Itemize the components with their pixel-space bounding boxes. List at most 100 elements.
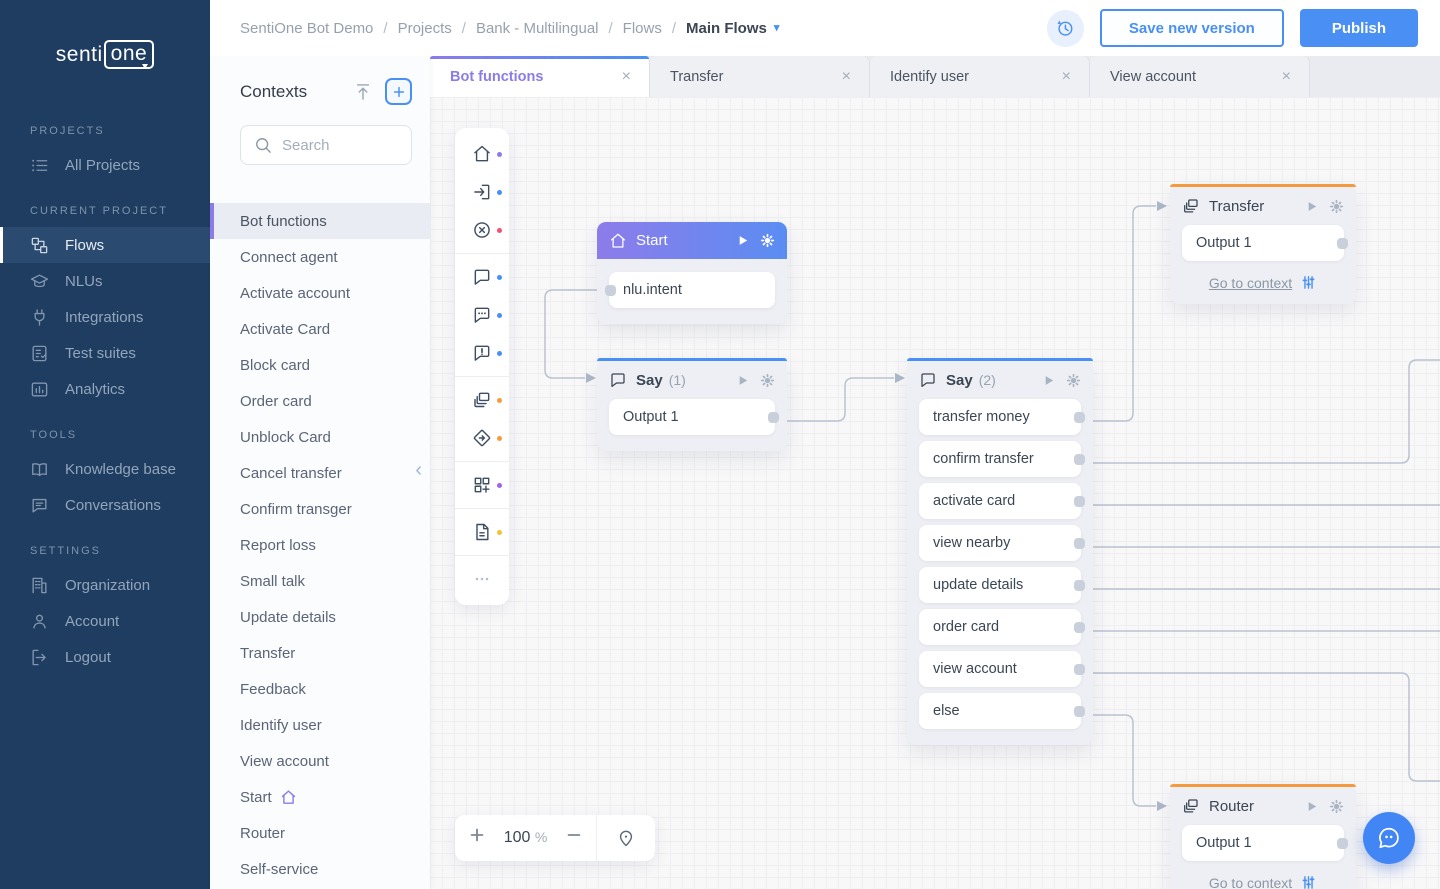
context-item-identify-user[interactable]: Identify user [210, 707, 430, 743]
tab-transfer[interactable]: Transfer × [650, 56, 870, 97]
node-output[interactable]: Output 1 [1182, 225, 1344, 261]
output-port[interactable] [1337, 838, 1348, 849]
node-header[interactable]: Say (2) [907, 361, 1093, 399]
node-router-context[interactable]: Router Output 1 Go to context [1170, 784, 1356, 889]
zoom-out-button[interactable] [552, 825, 596, 851]
output-port[interactable] [1074, 454, 1085, 465]
node-header[interactable]: Router [1170, 787, 1356, 825]
sidebar-item-integrations[interactable]: Integrations [0, 299, 210, 335]
sidebar-item-knowledge-base[interactable]: Knowledge base [0, 451, 210, 487]
node-header[interactable]: Say (1) [597, 361, 787, 399]
output-port[interactable] [1074, 664, 1085, 675]
output-port[interactable] [1074, 580, 1085, 591]
play-icon[interactable] [1041, 373, 1056, 388]
context-item-connect-agent[interactable]: Connect agent [210, 239, 430, 275]
tab-view-account[interactable]: View account × [1090, 56, 1310, 97]
gear-icon[interactable] [1329, 799, 1344, 814]
flow-canvas[interactable]: Start nlu.intent Say (1) [430, 97, 1440, 889]
node-output[interactable]: else [919, 693, 1081, 729]
sidebar-item-all-projects[interactable]: All Projects [0, 147, 210, 183]
sidebar-item-conversations[interactable]: Conversations [0, 487, 210, 523]
output-port[interactable] [1074, 412, 1085, 423]
gear-icon[interactable] [760, 373, 775, 388]
context-item-update-details[interactable]: Update details [210, 599, 430, 635]
output-port[interactable] [1074, 496, 1085, 507]
play-icon[interactable] [1304, 799, 1319, 814]
sliders-icon[interactable] [1300, 274, 1317, 291]
breadcrumb-item[interactable]: Bank - Multilingual [476, 20, 599, 37]
sliders-icon[interactable] [1300, 874, 1317, 889]
palette-entry-node[interactable] [455, 173, 509, 211]
tab-close-icon[interactable]: × [1282, 68, 1291, 86]
context-item-feedback[interactable]: Feedback [210, 671, 430, 707]
palette-integration-node[interactable] [455, 466, 509, 504]
output-port[interactable] [1337, 238, 1348, 249]
palette-context-node[interactable] [455, 381, 509, 419]
tab-close-icon[interactable]: × [1062, 68, 1071, 86]
palette-say-node[interactable] [455, 258, 509, 296]
palette-script-node[interactable] [455, 513, 509, 551]
play-icon[interactable] [735, 233, 750, 248]
node-output[interactable]: confirm transfer [919, 441, 1081, 477]
add-context-button[interactable] [385, 78, 412, 105]
context-item-router[interactable]: Router [210, 815, 430, 851]
node-output[interactable]: Output 1 [1182, 825, 1344, 861]
version-history-button[interactable] [1047, 10, 1084, 47]
play-icon[interactable] [735, 373, 750, 388]
context-item-start[interactable]: Start [210, 779, 430, 815]
node-start[interactable]: Start nlu.intent [597, 222, 787, 324]
breadcrumb-item[interactable]: Projects [398, 20, 452, 37]
gear-icon[interactable] [760, 233, 775, 248]
context-item-activate-account[interactable]: Activate account [210, 275, 430, 311]
tab-close-icon[interactable]: × [842, 68, 851, 86]
sidebar-item-nlus[interactable]: NLUs [0, 263, 210, 299]
zoom-in-button[interactable] [455, 825, 499, 851]
breadcrumb-item[interactable]: Flows [623, 20, 662, 37]
context-item-report-loss[interactable]: Report loss [210, 527, 430, 563]
tab-close-icon[interactable]: × [622, 68, 631, 86]
sidebar-item-organization[interactable]: Organization [0, 567, 210, 603]
palette-more-button[interactable] [455, 560, 509, 598]
context-item-transfer[interactable]: Transfer [210, 635, 430, 671]
sidebar-item-analytics[interactable]: Analytics [0, 371, 210, 407]
input-port[interactable] [605, 285, 616, 296]
context-item-order-card[interactable]: Order card [210, 383, 430, 419]
center-view-button[interactable] [597, 828, 655, 848]
node-output[interactable]: view account [919, 651, 1081, 687]
context-item-self-service[interactable]: Self-service [210, 851, 430, 887]
sidebar-item-account[interactable]: Account [0, 603, 210, 639]
context-item-activate-card[interactable]: Activate Card [210, 311, 430, 347]
go-to-context-link[interactable]: Go to context [1209, 275, 1292, 291]
upload-context-button[interactable] [353, 82, 373, 102]
breadcrumb-item[interactable]: SentiOne Bot Demo [240, 20, 373, 37]
sidebar-item-logout[interactable]: Logout [0, 639, 210, 675]
context-item-view-account[interactable]: View account [210, 743, 430, 779]
node-output[interactable]: view nearby [919, 525, 1081, 561]
gear-icon[interactable] [1066, 373, 1081, 388]
node-output[interactable]: order card [919, 609, 1081, 645]
palette-goto-node[interactable] [455, 419, 509, 457]
context-item-bot-functions[interactable]: Bot functions [210, 203, 430, 239]
output-port[interactable] [1074, 706, 1085, 717]
sidebar-item-test-suites[interactable]: Test suites [0, 335, 210, 371]
node-transfer-context[interactable]: Transfer Output 1 Go to context [1170, 184, 1356, 304]
context-item-cancel-transfer[interactable]: Cancel transfer [210, 455, 430, 491]
context-item-unblock-card[interactable]: Unblock Card [210, 419, 430, 455]
node-output[interactable]: update details [919, 567, 1081, 603]
chat-widget-button[interactable] [1363, 812, 1415, 864]
node-output[interactable]: Output 1 [609, 399, 775, 435]
palette-end-node[interactable] [455, 211, 509, 249]
tab-identify-user[interactable]: Identify user × [870, 56, 1090, 97]
palette-start-node[interactable] [455, 135, 509, 173]
node-header[interactable]: Start [597, 222, 787, 259]
node-say-1[interactable]: Say (1) Output 1 [597, 358, 787, 451]
palette-notify-node[interactable] [455, 334, 509, 372]
node-input-nlu-intent[interactable]: nlu.intent [609, 272, 775, 308]
context-item-block-card[interactable]: Block card [210, 347, 430, 383]
sidebar-item-flows[interactable]: Flows [0, 227, 210, 263]
node-header[interactable]: Transfer [1170, 187, 1356, 225]
go-to-context-link[interactable]: Go to context [1209, 875, 1292, 889]
output-port[interactable] [768, 412, 779, 423]
node-say-2[interactable]: Say (2) transfer money confirm transfer … [907, 358, 1093, 745]
gear-icon[interactable] [1329, 199, 1344, 214]
